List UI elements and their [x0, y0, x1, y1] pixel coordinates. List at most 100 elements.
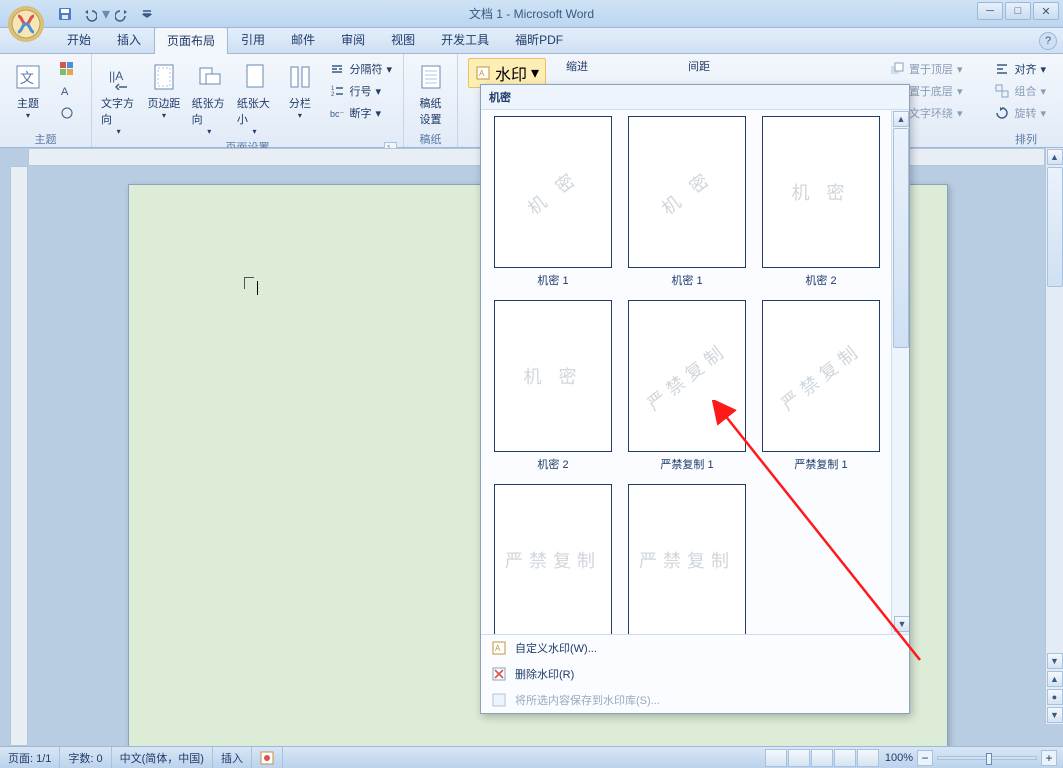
- status-language[interactable]: 中文(简体，中国): [112, 747, 213, 768]
- view-full-screen[interactable]: [788, 749, 810, 767]
- scroll-up-icon[interactable]: ▲: [1047, 149, 1063, 165]
- zoom-out-button[interactable]: −: [917, 750, 933, 766]
- watermark-preview-text: 严禁复制: [505, 547, 601, 573]
- save-icon[interactable]: [54, 3, 76, 25]
- watermark-option-1[interactable]: 机 密机密 1: [623, 116, 751, 296]
- zoom-slider[interactable]: [937, 756, 1037, 760]
- watermark-caption: 机密 1: [671, 272, 702, 288]
- save-watermark-menuitem: 将所选内容保存到水印库(S)...: [481, 687, 909, 713]
- status-word-count[interactable]: 字数: 0: [60, 747, 111, 768]
- tab-foxit-pdf[interactable]: 福昕PDF: [502, 26, 576, 53]
- themes-button[interactable]: 文 主题▾: [6, 58, 50, 123]
- align-button[interactable]: 对齐 ▾: [989, 58, 1051, 80]
- group-theme-label: 主题: [6, 131, 85, 147]
- tab-insert[interactable]: 插入: [104, 26, 154, 53]
- breaks-icon: [329, 61, 345, 77]
- theme-colors-button[interactable]: [54, 58, 80, 80]
- view-print-layout[interactable]: [765, 749, 787, 767]
- tab-review[interactable]: 审阅: [328, 26, 378, 53]
- gallery-scroll-thumb[interactable]: [893, 128, 909, 348]
- size-icon: [239, 61, 271, 93]
- line-numbers-button[interactable]: 12行号 ▾: [324, 80, 397, 102]
- redo-icon[interactable]: [112, 3, 134, 25]
- tab-view[interactable]: 视图: [378, 26, 428, 53]
- draft-paper-button[interactable]: 稿纸 设置: [410, 58, 451, 130]
- watermark-option-0[interactable]: 机 密机密 1: [489, 116, 617, 296]
- watermark-option-7[interactable]: 严禁复制严禁复制 2: [623, 484, 751, 634]
- watermark-caption: 严禁复制 1: [660, 456, 713, 472]
- columns-button[interactable]: 分栏▾: [279, 58, 320, 123]
- qat-more-icon[interactable]: [136, 3, 158, 25]
- watermark-preview-text: 严禁复制: [775, 336, 867, 416]
- themes-label: 主题: [17, 95, 39, 111]
- watermark-preview-text: 机 密: [656, 164, 719, 221]
- gallery-scrollbar[interactable]: ▲ ▼: [891, 110, 909, 634]
- tab-developer[interactable]: 开发工具: [428, 26, 502, 53]
- minimize-button[interactable]: ─: [977, 2, 1003, 20]
- group-button: 组合 ▾: [989, 80, 1051, 102]
- view-draft[interactable]: [857, 749, 879, 767]
- view-web-layout[interactable]: [811, 749, 833, 767]
- view-buttons: [765, 749, 879, 767]
- custom-watermark-menuitem[interactable]: A自定义水印(W)...: [481, 635, 909, 661]
- status-insert-mode[interactable]: 插入: [213, 747, 252, 768]
- qat-sep: ▾: [102, 4, 110, 24]
- svg-text:||A: ||A: [109, 69, 123, 83]
- watermark-option-4[interactable]: 严禁复制严禁复制 1: [623, 300, 751, 480]
- gallery-scroll-up-icon[interactable]: ▲: [893, 111, 909, 127]
- maximize-button[interactable]: □: [1005, 2, 1031, 20]
- text-caret: [257, 281, 258, 295]
- margins-icon: [148, 61, 180, 93]
- tab-mailings[interactable]: 邮件: [278, 26, 328, 53]
- gallery-scroll-down-icon[interactable]: ▼: [894, 616, 909, 632]
- svg-text:2: 2: [331, 92, 335, 98]
- zoom-value[interactable]: 100%: [885, 752, 913, 764]
- watermark-preview-text: 机 密: [523, 363, 582, 389]
- group-arrange-label: 排列: [1015, 134, 1037, 146]
- tab-references[interactable]: 引用: [228, 26, 278, 53]
- group-icon: [994, 83, 1010, 99]
- view-outline[interactable]: [834, 749, 856, 767]
- draft-paper-icon: [415, 61, 447, 93]
- scroll-down-icon[interactable]: ▼: [1047, 653, 1063, 669]
- size-button[interactable]: 纸张大小▾: [234, 58, 275, 139]
- margins-button[interactable]: 页边距▾: [143, 58, 184, 123]
- zoom-in-button[interactable]: +: [1041, 750, 1057, 766]
- theme-effects-button[interactable]: [54, 102, 80, 124]
- watermark-option-2[interactable]: 机 密机密 2: [757, 116, 885, 296]
- vertical-ruler[interactable]: [10, 166, 28, 746]
- undo-icon[interactable]: [78, 3, 100, 25]
- theme-fonts-button[interactable]: A: [54, 80, 80, 102]
- close-button[interactable]: ✕: [1033, 2, 1059, 20]
- text-direction-button[interactable]: ||A文字方向▾: [98, 58, 139, 139]
- vertical-scrollbar[interactable]: ▲ ▼ ▲ ● ▼: [1045, 148, 1063, 724]
- zoom-slider-knob[interactable]: [986, 753, 992, 765]
- remove-watermark-menuitem[interactable]: 删除水印(R): [481, 661, 909, 687]
- zoom-controls: 100% − +: [885, 750, 1057, 766]
- next-page-icon[interactable]: ▼: [1047, 707, 1063, 723]
- rotate-button: 旋转 ▾: [989, 102, 1051, 124]
- orientation-button[interactable]: 纸张方向▾: [189, 58, 230, 139]
- watermark-option-3[interactable]: 机 密机密 2: [489, 300, 617, 480]
- office-button[interactable]: [6, 4, 46, 44]
- margin-corner-mark: [244, 277, 256, 291]
- watermark-option-5[interactable]: 严禁复制严禁复制 1: [757, 300, 885, 480]
- tab-home[interactable]: 开始: [54, 26, 104, 53]
- status-page[interactable]: 页面: 1/1: [0, 747, 60, 768]
- scroll-thumb[interactable]: [1047, 167, 1063, 287]
- breaks-button[interactable]: 分隔符 ▾: [324, 58, 397, 80]
- tab-page-layout[interactable]: 页面布局: [154, 27, 228, 54]
- theme-effects-icon: [59, 105, 75, 121]
- columns-icon: [284, 61, 316, 93]
- browse-object-icon[interactable]: ●: [1047, 689, 1063, 705]
- svg-text:bc⁻: bc⁻: [330, 109, 344, 119]
- watermark-option-6[interactable]: 严禁复制严禁复制 2: [489, 484, 617, 634]
- align-icon: [994, 61, 1010, 77]
- orientation-icon: [193, 61, 225, 93]
- prev-page-icon[interactable]: ▲: [1047, 671, 1063, 687]
- gallery-header: 机密: [481, 85, 909, 110]
- help-icon[interactable]: ?: [1039, 32, 1057, 50]
- status-macro-icon[interactable]: [252, 747, 283, 768]
- hyphenation-button[interactable]: bc⁻断字 ▾: [324, 102, 397, 124]
- watermark-caption: 机密 2: [537, 456, 568, 472]
